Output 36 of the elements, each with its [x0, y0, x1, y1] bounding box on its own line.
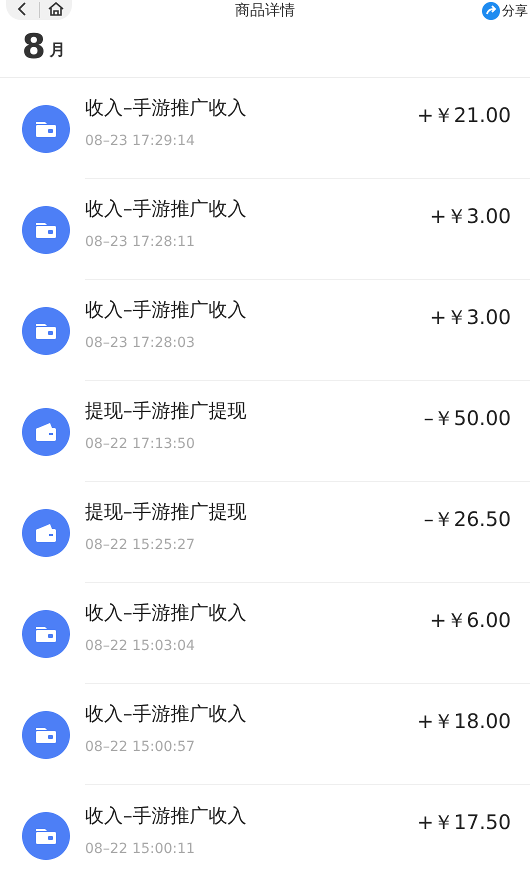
- transaction-title: 提现–手游推广提现: [85, 500, 248, 525]
- transaction-amount: +￥3.00: [430, 203, 511, 230]
- transaction-time: 08–23 17:28:11: [85, 234, 196, 250]
- transaction-amount: –￥26.50: [424, 506, 511, 533]
- transaction-amount: +￥6.00: [430, 607, 511, 634]
- wallet-icon: [35, 220, 57, 238]
- transaction-title: 收入–手游推广收入: [85, 702, 248, 727]
- transaction-title: 收入–手游推广收入: [85, 96, 248, 121]
- wallet-icon: [35, 422, 57, 442]
- transaction-amount: –￥50.00: [424, 405, 511, 432]
- transaction-time: 08–22 15:00:11: [85, 840, 196, 856]
- month-number: 8: [22, 33, 46, 61]
- page-title: 商品详情: [235, 0, 295, 20]
- transaction-title: 收入–手游推广收入: [85, 197, 248, 222]
- transaction-amount: +￥17.50: [416, 809, 511, 836]
- transaction-title: 提现–手游推广提现: [85, 399, 248, 424]
- wallet-icon: [35, 322, 57, 340]
- transaction-amount: +￥18.00: [416, 708, 511, 735]
- transaction-time: 08–22 15:03:04: [85, 638, 196, 654]
- transaction-title: 收入–手游推广收入: [85, 298, 248, 323]
- wallet-icon: [35, 624, 57, 642]
- wallet-icon: [35, 522, 57, 542]
- transaction-time: 08–23 17:28:03: [85, 335, 196, 351]
- transaction-amount: +￥3.00: [430, 304, 511, 331]
- wallet-icon: [35, 726, 57, 744]
- transaction-amount: +￥21.00: [416, 102, 511, 129]
- transaction-title: 收入–手游推广收入: [85, 804, 248, 828]
- wallet-icon: [35, 120, 57, 138]
- transaction-time: 08–22 15:25:27: [85, 537, 196, 553]
- transaction-title: 收入–手游推广收入: [85, 601, 248, 626]
- share-button[interactable]: 分享: [482, 2, 528, 20]
- transaction-time: 08–22 15:00:57: [85, 739, 196, 755]
- transaction-time: 08–22 17:13:50: [85, 436, 196, 452]
- wallet-icon: [35, 826, 57, 844]
- month-unit: 月: [50, 40, 66, 61]
- transaction-time: 08–23 17:29:14: [85, 133, 196, 149]
